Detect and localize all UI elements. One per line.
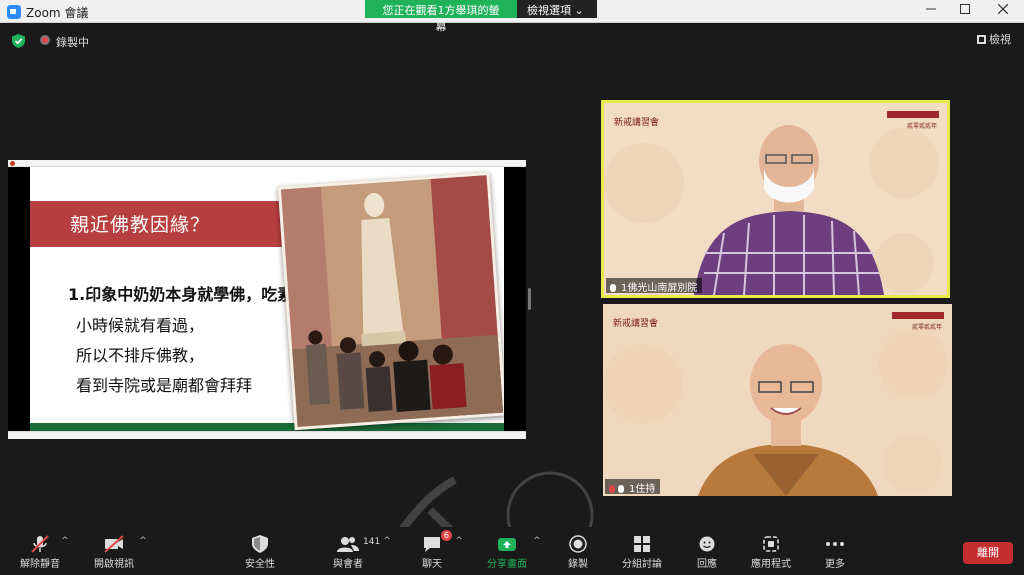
slide-heading: 親近佛教因緣？ xyxy=(70,214,211,236)
breakout-rooms-icon xyxy=(612,535,672,553)
participants-button[interactable]: 141 與會者 xyxy=(313,535,383,570)
record-button[interactable]: 錄製 xyxy=(548,535,608,570)
powerpoint-icon xyxy=(10,161,15,166)
chevron-down-icon: ⌄ xyxy=(574,4,584,17)
background-badge xyxy=(892,312,944,319)
recording-icon xyxy=(40,35,50,45)
screen-share-banner: 您正在觀看1方舉琪的螢幕 檢視選項 ⌄ xyxy=(365,0,597,33)
chat-options-chevron-icon[interactable]: ^ xyxy=(454,536,464,546)
participant-name-tag: 1佛光山南屏別院 xyxy=(606,278,703,294)
shared-screen[interactable]: 親近佛教因緣？ 1.印象中奶奶本身就學佛，吃素， 小時候就有看過， 所以不排斥佛… xyxy=(8,160,526,439)
view-options-button[interactable]: 檢視選項 ⌄ xyxy=(517,0,597,18)
audio-options-chevron-icon[interactable]: ^ xyxy=(60,536,70,546)
chat-icon: 6 xyxy=(402,530,462,553)
breakout-rooms-label: 分組討論 xyxy=(622,559,662,570)
video-options-chevron-icon[interactable]: ^ xyxy=(138,536,148,546)
vintage-photo xyxy=(277,171,504,431)
meeting-toolbar: 解除靜音 ^ 開啟視訊 ^ 安全性 141 與會者 ^ 6 聊天 ^ 分享畫面 … xyxy=(0,527,1024,575)
close-button[interactable] xyxy=(986,2,1020,20)
participant-tile[interactable]: 新戒講習會 貳零貳貳年 1住持 xyxy=(603,304,952,496)
record-label: 錄製 xyxy=(568,559,588,570)
apps-button[interactable]: 應用程式 xyxy=(741,535,801,570)
more-button[interactable]: 更多 xyxy=(805,535,865,570)
zoom-meeting-window: Zoom 會議 您正在觀看1方舉琪的螢幕 檢視選項 ⌄ 錄製中 檢視 親近佛教因… xyxy=(0,0,1024,575)
slide-bullet-4: 看到寺院或是廟都會拜拜 xyxy=(76,376,253,395)
viewing-share-label: 您正在觀看1方舉琪的螢幕 xyxy=(365,0,517,33)
chat-button[interactable]: 6 聊天 xyxy=(402,530,462,570)
grid-icon xyxy=(977,35,986,44)
chat-unread-badge: 6 xyxy=(440,530,452,541)
participant-name-tag: 1住持 xyxy=(605,479,661,495)
minimize-button[interactable] xyxy=(914,2,948,20)
recording-label: 錄製中 xyxy=(56,36,89,49)
pin-icon xyxy=(618,485,624,493)
background-title: 新戒講習會 xyxy=(614,118,660,128)
slide-bullet-1: 1.印象中奶奶本身就學佛，吃素， xyxy=(68,285,310,304)
share-screen-icon xyxy=(477,535,537,553)
video-off-icon xyxy=(84,535,144,553)
view-options-label: 檢視選項 xyxy=(527,4,571,17)
window-title: Zoom 會議 xyxy=(26,6,89,20)
close-icon xyxy=(997,3,1009,15)
participants-icon: 141 xyxy=(313,535,383,553)
more-label: 更多 xyxy=(825,559,845,570)
chat-label: 聊天 xyxy=(422,559,442,570)
view-layout-label: 檢視 xyxy=(989,33,1011,46)
maximize-button[interactable] xyxy=(948,2,982,20)
background-subtitle: 貳零貳貳年 xyxy=(911,324,942,331)
slide-bullet-3: 所以不排斥佛教， xyxy=(76,346,205,365)
unmute-label: 解除靜音 xyxy=(20,559,60,570)
zoom-logo-icon xyxy=(7,5,21,19)
share-screen-button[interactable]: 分享畫面 xyxy=(477,535,537,570)
view-layout-button[interactable]: 檢視 xyxy=(977,31,1011,47)
resize-handle[interactable] xyxy=(528,288,531,310)
reactions-button[interactable]: 回應 xyxy=(677,535,737,570)
security-label: 安全性 xyxy=(245,559,275,570)
muted-microphone-icon xyxy=(609,485,615,493)
microphone-icon xyxy=(610,284,616,292)
start-video-button[interactable]: 開啟視訊 xyxy=(84,535,144,570)
participant-name: 1住持 xyxy=(629,484,656,495)
slide-footer-band xyxy=(30,423,504,431)
apps-label: 應用程式 xyxy=(751,559,791,570)
background-badge xyxy=(887,111,939,118)
presentation-title-bar xyxy=(8,160,526,167)
security-shield-icon[interactable] xyxy=(12,34,25,48)
participant-count: 141 xyxy=(363,537,381,547)
apps-icon xyxy=(741,535,801,553)
smiley-icon xyxy=(677,535,737,553)
record-icon xyxy=(548,535,608,553)
background-subtitle: 貳零貳貳年 xyxy=(906,123,937,130)
participant-name: 1佛光山南屏別院 xyxy=(621,283,698,294)
participant-video xyxy=(603,304,952,496)
participants-options-chevron-icon[interactable]: ^ xyxy=(382,536,392,546)
title-bar: Zoom 會議 您正在觀看1方舉琪的螢幕 檢視選項 ⌄ xyxy=(0,0,1024,33)
participant-tile[interactable]: 新戒講習會 貳零貳貳年 1佛光山南屏別院 xyxy=(601,100,950,298)
participants-label: 與會者 xyxy=(333,559,363,570)
slide-bullet-2: 小時候就有看過， xyxy=(76,316,205,335)
reactions-label: 回應 xyxy=(697,559,717,570)
presentation-status-bar xyxy=(8,431,526,439)
share-options-chevron-icon[interactable]: ^ xyxy=(532,536,542,546)
participant-video xyxy=(604,103,947,295)
minimize-icon xyxy=(926,8,936,10)
background-title: 新戒講習會 xyxy=(613,319,659,329)
share-screen-label: 分享畫面 xyxy=(487,559,527,570)
leave-meeting-button[interactable]: 離開 xyxy=(963,542,1013,564)
shield-icon xyxy=(230,535,290,553)
security-button[interactable]: 安全性 xyxy=(230,535,290,570)
presentation-slide: 親近佛教因緣？ 1.印象中奶奶本身就學佛，吃素， 小時候就有看過， 所以不排斥佛… xyxy=(30,167,504,431)
more-icon xyxy=(805,535,865,553)
start-video-label: 開啟視訊 xyxy=(94,559,134,570)
breakout-rooms-button[interactable]: 分組討論 xyxy=(612,535,672,570)
maximize-icon xyxy=(960,4,970,14)
